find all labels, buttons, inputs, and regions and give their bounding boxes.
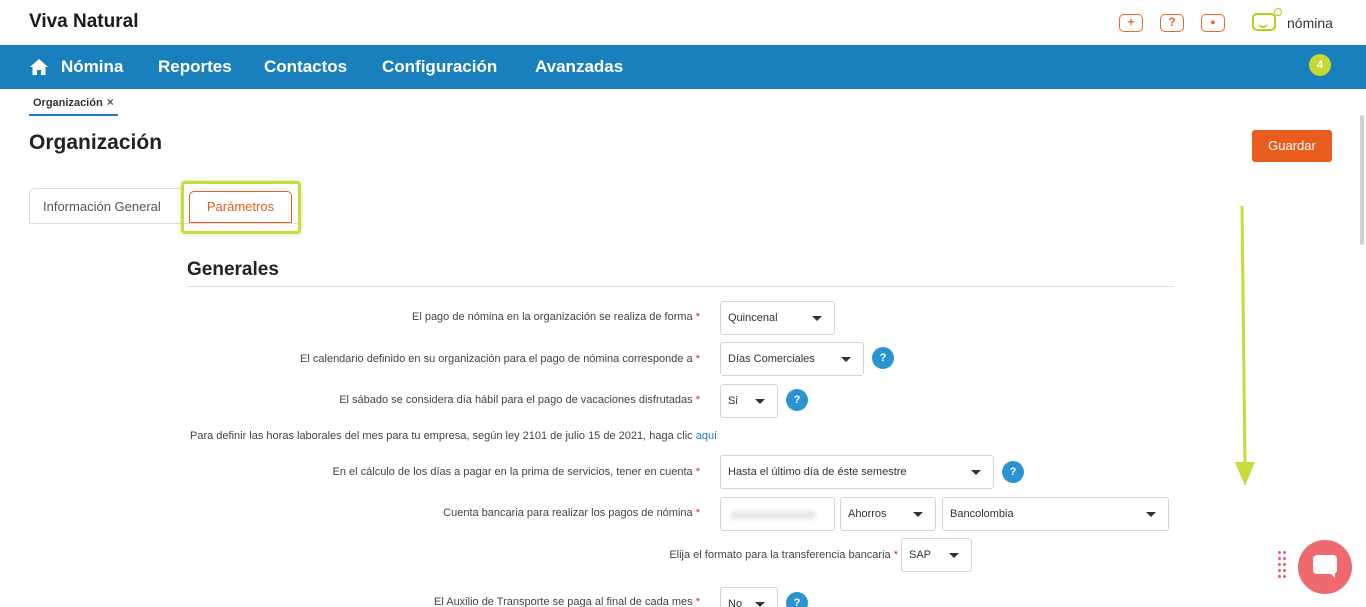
help-icon[interactable]: ? [786,592,808,607]
scroll-down-arrow-icon [1235,205,1255,486]
section-divider [187,286,1174,287]
nav-item-configuracion[interactable]: Configuración [382,57,497,77]
chevron-down-icon [812,316,822,321]
field-label: El calendario definido en su organizació… [300,353,700,365]
tab-parametros[interactable]: Parámetros [189,191,292,223]
chevron-down-icon [913,512,923,517]
notification-badge[interactable]: 4 [1309,54,1331,76]
transfer-format-select[interactable]: SAP [901,538,972,572]
field-label: Cuenta bancaria para realizar los pagos … [443,507,700,519]
labor-hours-note: Para definir las horas laborales del mes… [190,430,718,442]
account-type-select[interactable]: Ahorros [840,497,936,531]
field-label: El pago de nómina en la organización se … [411,311,700,323]
account-number-field[interactable] [720,497,835,531]
help-icon[interactable]: ? [872,347,894,369]
page-title: Organización [29,131,163,154]
prima-days-select[interactable]: Hasta el último día de éste semestre [720,455,994,489]
field-label: El Auxilio de Transporte se paga al fina… [434,596,700,607]
nav-item-nomina[interactable]: Nómina [61,57,123,77]
chat-button[interactable] [1298,540,1352,594]
save-button[interactable]: Guardar [1252,130,1332,162]
chevron-down-icon [949,553,959,558]
chevron-down-icon [971,470,981,475]
main-navbar: Nómina Reportes Contactos Configuración … [0,45,1366,89]
scrollbar[interactable] [1360,115,1364,245]
close-icon[interactable]: × [107,95,114,109]
field-label: En el cálculo de los días a pagar en la … [332,466,701,478]
calendar-select[interactable]: Días Comerciales [720,342,864,376]
chevron-down-icon [1146,512,1156,517]
help-icon[interactable]: ? [1002,461,1024,483]
chevron-down-icon [755,399,765,404]
saturday-select[interactable]: Si [720,384,778,418]
help-icon[interactable]: ? [1160,14,1184,32]
plus-icon[interactable]: + [1119,14,1143,32]
user-icon[interactable]: ● [1201,14,1225,32]
nomina-logo-icon [1252,8,1282,31]
home-icon[interactable] [29,58,49,76]
nav-item-contactos[interactable]: Contactos [264,57,347,77]
nav-item-avanzadas[interactable]: Avanzadas [535,57,623,77]
chevron-down-icon [755,602,765,607]
section-title: Generales [187,259,279,280]
bank-select[interactable]: Bancolombia [942,497,1169,531]
nav-item-reportes[interactable]: Reportes [158,57,232,77]
tab-informacion-general[interactable]: Información General [29,188,182,223]
transport-aid-select[interactable]: No [720,587,778,607]
payment-frequency-select[interactable]: Quincenal [720,301,835,335]
field-label: El sábado se considera día hábil para el… [339,394,700,406]
chevron-down-icon [841,357,851,362]
top-header: Viva Natural + ? ● nómina [0,0,1366,45]
help-icon[interactable]: ? [786,389,808,411]
aqui-link[interactable]: aquí [696,430,717,442]
breadcrumb-tab[interactable]: Organización × [29,95,118,116]
field-label: Elija el formato para la transferencia b… [669,549,898,561]
drag-handle-icon[interactable] [1278,551,1288,579]
product-name: nómina [1287,15,1333,31]
company-name: Viva Natural [29,11,139,32]
breadcrumb-label: Organización [33,97,103,109]
